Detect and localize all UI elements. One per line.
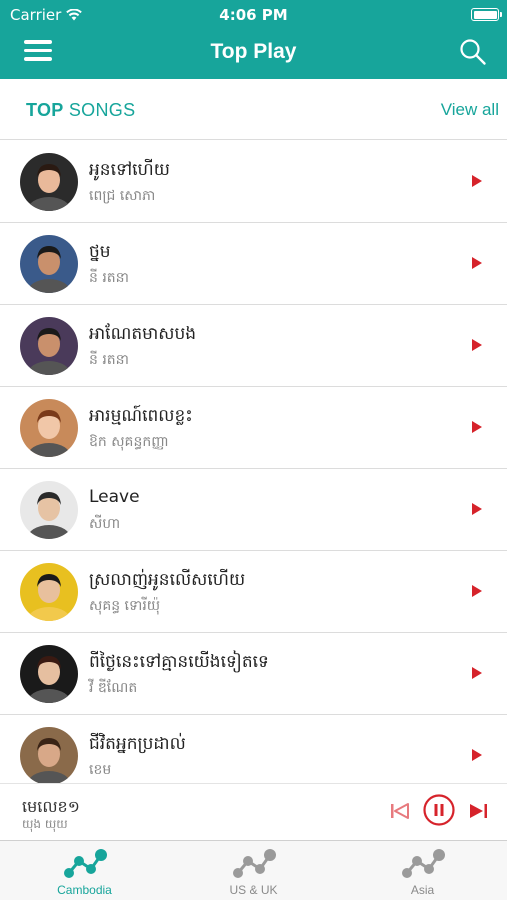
now-playing-bar[interactable]: មេលេខ១ យុង យុយ xyxy=(0,783,507,840)
play-icon[interactable] xyxy=(471,666,483,680)
song-row[interactable]: ថ្នមនី រតនា xyxy=(0,223,507,305)
song-row[interactable]: អាណែតមាសបងនី រតនា xyxy=(0,305,507,387)
song-title: អាណែតមាសបង xyxy=(89,324,197,344)
tab-asia[interactable]: Asia xyxy=(338,841,507,900)
tab-bar: Cambodia US & UK Asia xyxy=(0,840,507,900)
song-row[interactable]: ពីថ្ងៃនេះទៅគ្មានយើងទៀតទេវី ឌីណែត xyxy=(0,633,507,715)
tab-label: Cambodia xyxy=(57,883,112,897)
battery-icon xyxy=(471,8,502,21)
page-title: Top Play xyxy=(210,40,297,63)
section-title: TOP SONGS xyxy=(26,100,135,121)
view-all-link[interactable]: View all xyxy=(441,100,499,120)
song-artist: ខេម xyxy=(89,762,112,778)
play-icon[interactable] xyxy=(471,256,483,270)
song-title: ថ្នម xyxy=(89,242,111,262)
song-artist: សុគន្ធ ទោរីយ៉ុ xyxy=(89,598,161,614)
song-artist: ពេជ្រ សោភា xyxy=(89,188,156,204)
artist-avatar xyxy=(20,645,78,703)
skip-previous-icon[interactable] xyxy=(390,802,410,820)
artist-avatar xyxy=(20,563,78,621)
play-icon[interactable] xyxy=(471,502,483,516)
song-artist: នី រតនា xyxy=(89,270,129,286)
navigation-bar: Top Play xyxy=(0,28,507,79)
skip-next-icon[interactable] xyxy=(468,802,488,820)
song-row[interactable]: អារម្មណ៍ពេលខ្លះឱក សុគន្ធកញ្ញា xyxy=(0,387,507,469)
play-icon[interactable] xyxy=(471,338,483,352)
song-artist: នី រតនា xyxy=(89,352,129,368)
song-title: អូនទៅហើយ xyxy=(89,160,170,180)
song-title: ពីថ្ងៃនេះទៅគ្មានយើងទៀតទេ xyxy=(89,652,269,672)
artist-avatar xyxy=(20,317,78,375)
tab-cambodia[interactable]: Cambodia xyxy=(0,841,169,900)
song-list: អូនទៅហើយ ពេជ្រ សោភា ថ្នម នី រតនា អាណែតមាសបងន… xyxy=(0,141,507,783)
song-row[interactable]: Leave សីហា xyxy=(0,469,507,551)
song-title: ជីវិតអ្នកប្រដាល់ xyxy=(89,734,186,754)
chart-network-icon xyxy=(401,849,445,878)
song-row[interactable]: ស្រលាញ់អូនលើសហើយសុគន្ធ ទោរីយ៉ុ xyxy=(0,551,507,633)
song-artist: ឱក សុគន្ធកញ្ញា xyxy=(89,434,169,450)
top-songs-header: TOP SONGS View all xyxy=(0,80,507,140)
chart-network-icon xyxy=(232,849,276,878)
search-icon[interactable] xyxy=(459,38,487,66)
artist-avatar xyxy=(20,235,78,293)
artist-avatar xyxy=(20,727,78,783)
song-row[interactable]: អូនទៅហើយពេជ្រ សោភា xyxy=(0,141,507,223)
play-icon[interactable] xyxy=(471,420,483,434)
artist-avatar xyxy=(20,153,78,211)
artist-avatar xyxy=(20,399,78,457)
tab-label: Asia xyxy=(410,883,435,897)
song-title: ស្រលាញ់អូនលើសហើយ xyxy=(89,570,246,590)
status-bar: Carrier 4:06 PM xyxy=(0,0,507,28)
tab-label: US & UK xyxy=(229,883,278,897)
pause-icon[interactable] xyxy=(423,794,455,826)
section-title-strong: TOP xyxy=(26,100,64,120)
song-row[interactable]: ជីវិតអ្នកប្រដាល់ខេម xyxy=(0,715,507,783)
chart-network-icon xyxy=(63,849,107,878)
song-title: អារម្មណ៍ពេលខ្លះ xyxy=(89,406,193,426)
play-icon[interactable] xyxy=(471,174,483,188)
section-title-rest: SONGS xyxy=(63,100,136,120)
artist-avatar xyxy=(20,481,78,539)
clock: 4:06 PM xyxy=(219,6,288,24)
song-title: Leave xyxy=(89,487,140,507)
song-artist: សីហា xyxy=(89,516,121,532)
play-icon[interactable] xyxy=(471,584,483,598)
tab-us-uk[interactable]: US & UK xyxy=(169,841,338,900)
play-icon[interactable] xyxy=(471,748,483,762)
song-artist: វី ឌីណែត xyxy=(89,680,138,696)
now-playing-artist: យុង យុយ xyxy=(22,817,68,831)
